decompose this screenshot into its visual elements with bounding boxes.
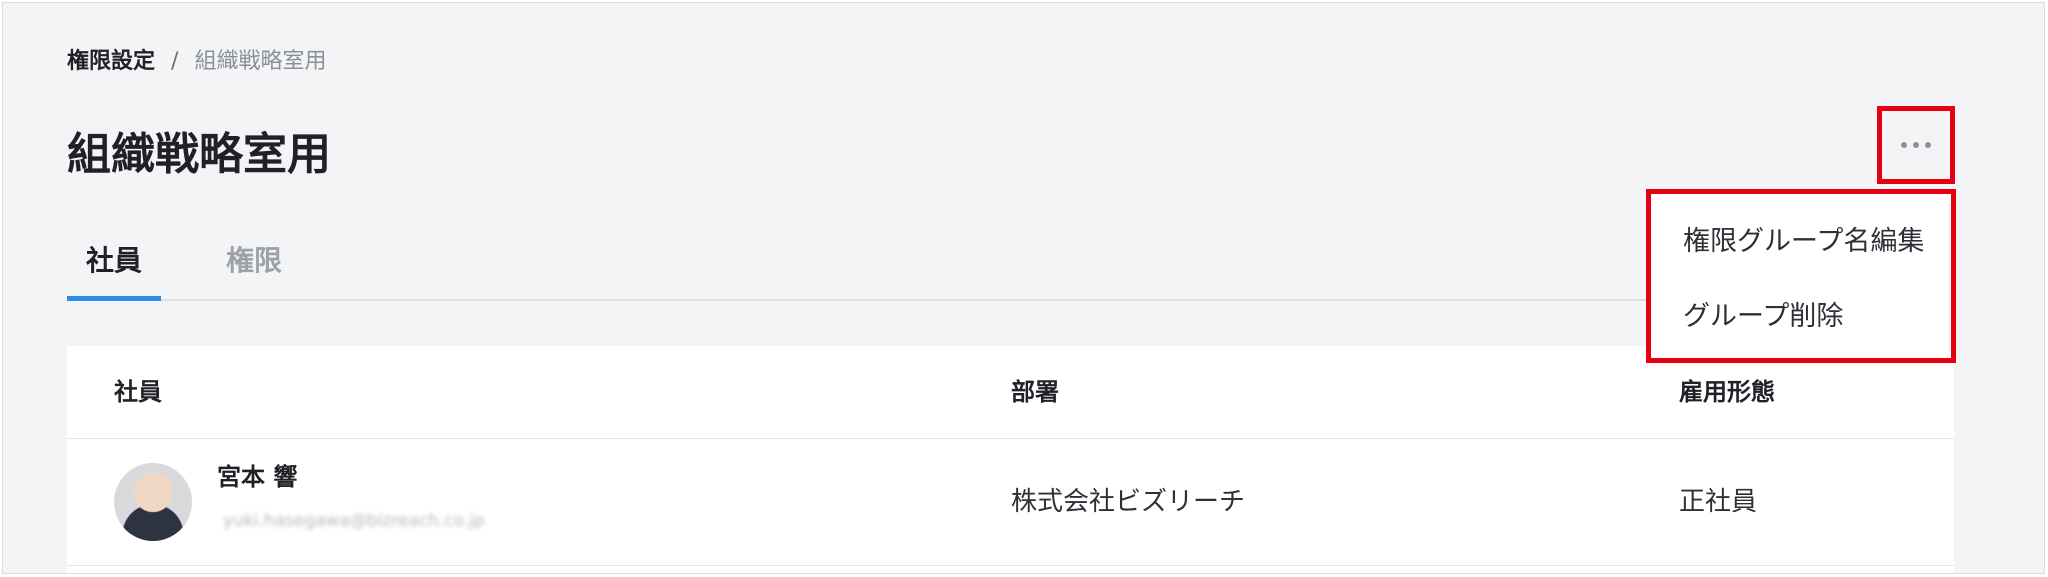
employee-table: 社員 部署 雇用形態 宮本 響 yuki.hasegawa@bizreach.c…: [67, 346, 1954, 573]
more-actions-button[interactable]: [1877, 106, 1955, 184]
employee-department: 株式会社ビズリーチ: [1011, 487, 1246, 517]
more-horizontal-icon: [1901, 142, 1931, 148]
actions-menu: 権限グループ名編集 グループ削除: [1646, 189, 1956, 363]
breadcrumb: 権限設定 / 組織戦略室用: [67, 47, 326, 77]
column-header-employment-type[interactable]: 雇用形態: [1679, 376, 1775, 408]
employee-name: 宮本 響: [217, 463, 298, 491]
tab-permissions[interactable]: 権限: [207, 233, 301, 299]
avatar: [114, 463, 192, 541]
tab-employees[interactable]: 社員: [67, 233, 161, 301]
column-header-department[interactable]: 部署: [1011, 376, 1059, 408]
breadcrumb-permission-settings[interactable]: 権限設定: [67, 47, 155, 77]
breadcrumb-separator: /: [171, 49, 179, 74]
page-title: 組織戦略室用: [67, 129, 331, 180]
menu-item-rename-group[interactable]: 権限グループ名編集: [1683, 224, 1924, 260]
breadcrumb-group: 組織戦略室用: [194, 49, 327, 74]
table-row[interactable]: 宮本 響 yuki.hasegawa@bizreach.co.jp 株式会社ビズ…: [67, 439, 1954, 566]
menu-item-delete-group[interactable]: グループ削除: [1683, 299, 1843, 335]
column-header-employee[interactable]: 社員: [114, 376, 162, 408]
employee-email: yuki.hasegawa@bizreach.co.jp: [223, 511, 485, 531]
permission-group-page: 権限設定 / 組織戦略室用 組織戦略室用 社員 権限 社員 部署 雇用形態 宮本…: [2, 2, 2045, 574]
employee-employment-type: 正社員: [1679, 487, 1758, 517]
